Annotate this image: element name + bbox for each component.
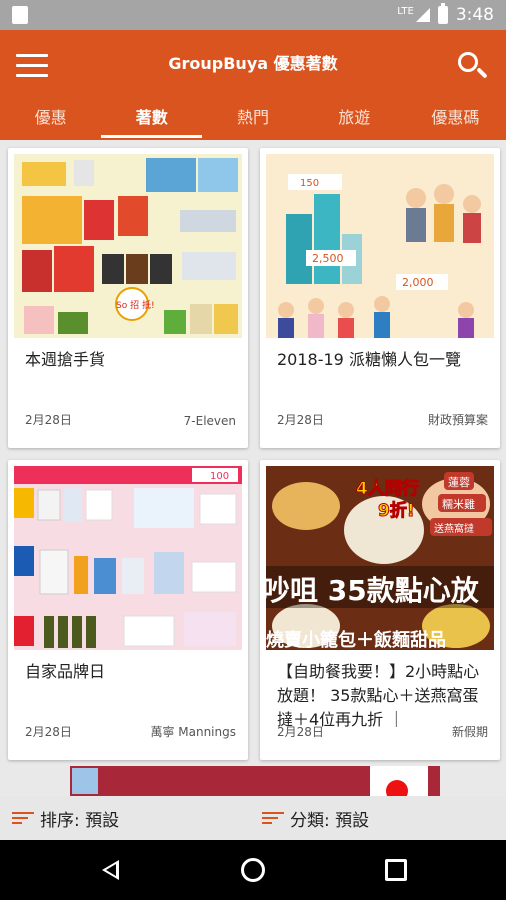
card-title: 自家品牌日	[25, 662, 106, 681]
card-title: 【自助餐我要！】2小時點心放題！ 35款點心＋送燕窩蛋撻＋4位再九折 ｜	[277, 662, 480, 729]
card-date: 2月28日	[277, 725, 324, 739]
thumb-number: 2,000	[402, 276, 434, 289]
thumb-tag: 糯米雞	[442, 497, 475, 511]
sort-icon	[12, 810, 34, 826]
app-title: GroupBuya 優惠著數	[168, 54, 338, 73]
thumb-number: 2,500	[312, 252, 344, 265]
card-source: 新假期	[451, 725, 488, 739]
tab-bargains[interactable]: 著數	[101, 100, 203, 140]
thumb-promo-text: 9折!	[378, 500, 415, 521]
card-title: 2018-19 派糖懶人包一覽	[277, 350, 461, 369]
signal-icon	[415, 8, 430, 22]
thumb-number: 150	[300, 178, 319, 189]
deal-card[interactable]: 4人同行 9折! 蓮蓉 糯米雞 送燕窩撻 吵咀 35款點心放 燒賣小籠包＋飯麵甜…	[260, 460, 500, 760]
card-thumbnail: 100	[14, 466, 242, 650]
card-date: 2月28日	[25, 413, 72, 427]
sd-card-icon	[12, 6, 28, 24]
battery-icon	[437, 3, 448, 24]
tab-popular[interactable]: 熱門	[202, 100, 303, 140]
card-title: 本週搶手貨	[25, 350, 106, 369]
card-thumbnail: 4人同行 9折! 蓮蓉 糯米雞 送燕窩撻 吵咀 35款點心放 燒賣小籠包＋飯麵甜…	[266, 466, 494, 650]
tab-travel[interactable]: 旅遊	[304, 100, 405, 140]
category-label: 分類: 預設	[290, 810, 370, 831]
card-date: 2月28日	[277, 413, 324, 427]
status-bar: LTE 3:48	[0, 0, 506, 30]
sort-label: 排序: 預設	[40, 810, 120, 831]
network-type: LTE	[397, 6, 414, 17]
home-icon[interactable]	[241, 858, 265, 882]
recent-apps-icon[interactable]	[385, 859, 407, 881]
thumb-subline: 燒賣小籠包＋飯麵甜品	[266, 629, 446, 650]
ad-banner[interactable]	[70, 766, 440, 802]
deal-card[interactable]: 100 自家品牌日 2月28日 萬寧 Mannings	[8, 460, 248, 760]
thumb-tag: 100	[210, 471, 229, 482]
thumb-badge-text: So 招 抵!	[116, 299, 155, 311]
tab-promo-codes[interactable]: 優惠碼	[405, 100, 506, 140]
system-nav-bar	[0, 840, 506, 900]
clock: 3:48	[455, 5, 494, 25]
back-icon[interactable]	[102, 860, 119, 880]
card-source: 財政預算案	[427, 413, 488, 427]
tab-deals[interactable]: 優惠	[0, 100, 101, 140]
card-date: 2月28日	[25, 725, 72, 739]
search-icon[interactable]	[458, 52, 488, 82]
card-thumbnail: So 招 抵!	[14, 154, 242, 338]
category-button[interactable]: 分類: 預設	[262, 804, 369, 832]
card-source: 萬寧 Mannings	[150, 725, 236, 739]
sort-filter-bar: 排序: 預設 分類: 預設	[0, 796, 506, 840]
deal-card[interactable]: So 招 抵! 本週搶手貨 2月28日 7-Eleven	[8, 148, 248, 448]
tab-bar: 優惠 著數 熱門 旅遊 優惠碼	[0, 100, 506, 140]
thumb-tag: 蓮蓉	[448, 475, 470, 489]
card-source: 7-Eleven	[183, 414, 236, 428]
thumb-headline: 吵咀 35款點心放	[266, 574, 480, 607]
ad-logo	[72, 768, 98, 794]
card-thumbnail: 150 2,500 2,000	[266, 154, 494, 338]
sort-button[interactable]: 排序: 預設	[12, 804, 119, 832]
filter-icon	[262, 810, 284, 826]
app-bar: GroupBuya 優惠著數 優惠 著數 熱門 旅遊 優惠碼	[0, 30, 506, 140]
thumb-promo-text: 4人同行	[356, 478, 419, 499]
deal-card[interactable]: 150 2,500 2,000 2018-19 派糖懶人包一覽 2月28日 財政…	[260, 148, 500, 448]
thumb-tag: 送燕窩撻	[434, 522, 474, 535]
